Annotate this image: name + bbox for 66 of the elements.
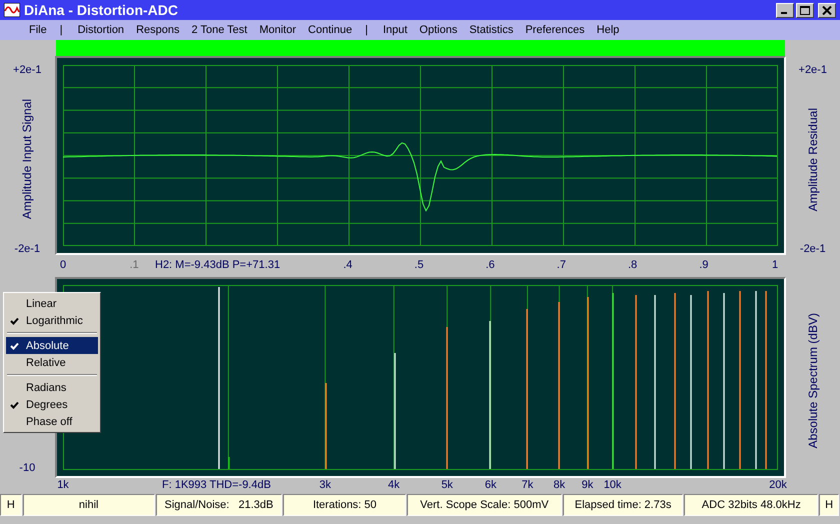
- tick-label: .1: [130, 259, 139, 271]
- tick-label: 0: [60, 259, 66, 271]
- tick-label: .4: [343, 259, 352, 271]
- status-cell: Elapsed time: 2.73s: [562, 494, 684, 516]
- tick-label: 3k: [319, 479, 332, 491]
- menu-item[interactable]: Statistics: [463, 24, 520, 36]
- status-cell: H: [819, 494, 839, 516]
- menu-item[interactable]: Logarithmic: [6, 312, 98, 329]
- menu-separator: |: [58, 24, 64, 36]
- close-button[interactable]: [818, 2, 836, 18]
- menu-separator: |: [364, 24, 369, 36]
- tick-label: 8k: [553, 479, 566, 491]
- tick-label: 1: [772, 259, 778, 271]
- menu-item[interactable]: Monitor: [253, 24, 302, 36]
- maximize-button[interactable]: [796, 2, 814, 18]
- spectrum-line: [228, 457, 230, 469]
- status-cell: Iterations: 50: [283, 494, 406, 516]
- tick-label: 5k: [441, 479, 453, 491]
- menu-item[interactable]: Phase off: [6, 413, 98, 430]
- tick-label: 4k: [388, 479, 400, 491]
- maximize-icon: [800, 6, 810, 14]
- menu-item[interactable]: Relative: [6, 354, 98, 371]
- menu-item[interactable]: Help: [590, 24, 626, 36]
- axis-label: +2e-1: [13, 64, 42, 76]
- menu-item[interactable]: Input: [376, 24, 414, 36]
- menu-item[interactable]: Continue: [302, 24, 358, 36]
- waveform-icon: [4, 3, 20, 17]
- axis-title: Amplitude Input Signal: [20, 99, 34, 220]
- menu-item[interactable]: 2 Tone Test: [185, 24, 254, 36]
- tick-label: 20k: [769, 479, 787, 491]
- menu-item[interactable]: Distortion: [72, 24, 130, 36]
- status-cell: ADC 32bits 48.0kHz: [684, 494, 818, 516]
- status-cell: H: [0, 494, 22, 516]
- window-title: DiAna - Distortion-ADC: [24, 2, 179, 18]
- tick-label: 7k: [522, 479, 534, 491]
- frequency-readout: F: 1K993 THD=-9.4dB: [162, 479, 271, 491]
- axis-label: -2e-1: [800, 242, 826, 255]
- tick-label: .9: [699, 259, 708, 271]
- axis-label: -2e-1: [14, 242, 40, 255]
- harmonic-readout: H2: M=-9.43dB P=+71.31: [155, 259, 280, 271]
- minimize-icon: [781, 12, 787, 14]
- axis-title: Absolute Spectrum (dBV): [806, 312, 820, 448]
- menu-item[interactable]: Linear: [6, 295, 98, 312]
- menu-item[interactable]: Absolute: [6, 337, 98, 354]
- menu-item[interactable]: Radians: [6, 379, 98, 396]
- status-cell: Vert. Scope Scale: 500mV: [407, 494, 562, 516]
- tick-label: .7: [556, 259, 566, 271]
- menu-item[interactable]: Options: [413, 24, 464, 36]
- tick-label: 9k: [582, 479, 594, 491]
- status-cell: nihil: [22, 494, 155, 516]
- axis-title: Amplitude Residual: [806, 108, 820, 212]
- status-cell: Signal/Noise: 21.3dB: [156, 494, 282, 516]
- axis-label: +2e-1: [798, 64, 827, 76]
- menu-item[interactable]: Degrees: [6, 396, 98, 413]
- tick-label: .6: [486, 259, 495, 271]
- menu-item[interactable]: Respons: [130, 24, 186, 36]
- minimize-button[interactable]: [776, 2, 794, 18]
- tick-label: .8: [628, 259, 638, 271]
- menu-item[interactable]: Preferences: [519, 24, 591, 36]
- tick-label: 10k: [604, 479, 622, 491]
- close-icon: [822, 6, 832, 14]
- menu-item[interactable]: File: [23, 24, 53, 36]
- tick-label: 1k: [57, 479, 69, 491]
- tick-label: .5: [414, 259, 424, 271]
- axis-label: -10: [19, 462, 36, 474]
- tick-label: 6k: [484, 479, 496, 491]
